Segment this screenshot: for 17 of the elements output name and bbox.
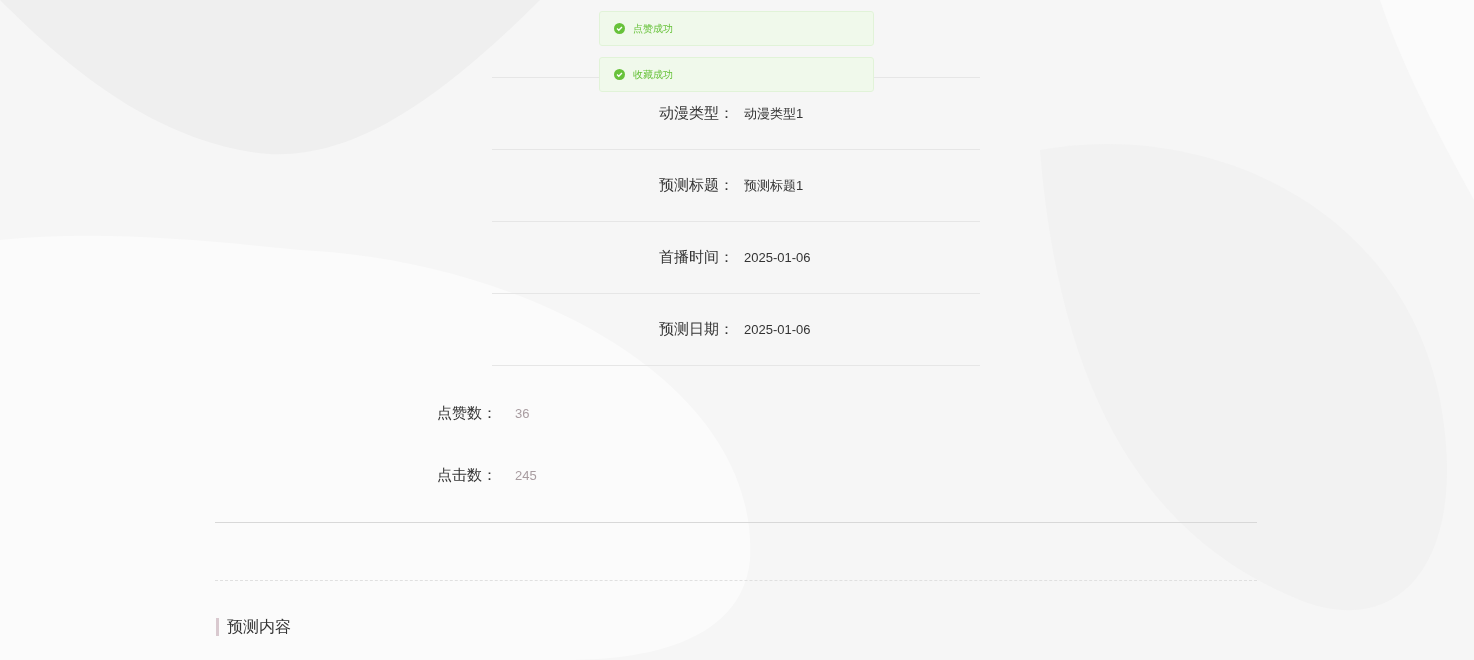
check-circle-icon: [614, 69, 625, 80]
stat-label: 点赞数：: [436, 403, 497, 423]
stat-label: 点击数：: [436, 465, 497, 485]
field-value: 预测标题1: [744, 176, 804, 195]
field-value: 2025-01-06: [744, 250, 811, 265]
field-label: 动漫类型：: [658, 104, 734, 123]
field-label: 首播时间：: [658, 248, 734, 267]
section-title: 预测内容: [216, 618, 291, 636]
field-label: 预测日期：: [658, 320, 734, 339]
stat-value: 245: [515, 467, 537, 483]
toast-message: 收藏成功: [633, 67, 673, 82]
field-label: 预测标题：: [658, 176, 734, 195]
stat-value: 36: [515, 405, 530, 421]
toast-message: 点赞成功: [633, 21, 673, 36]
field-value: 动漫类型1: [744, 104, 804, 123]
field-value: 2025-01-06: [744, 322, 811, 337]
check-circle-icon: [614, 23, 625, 34]
